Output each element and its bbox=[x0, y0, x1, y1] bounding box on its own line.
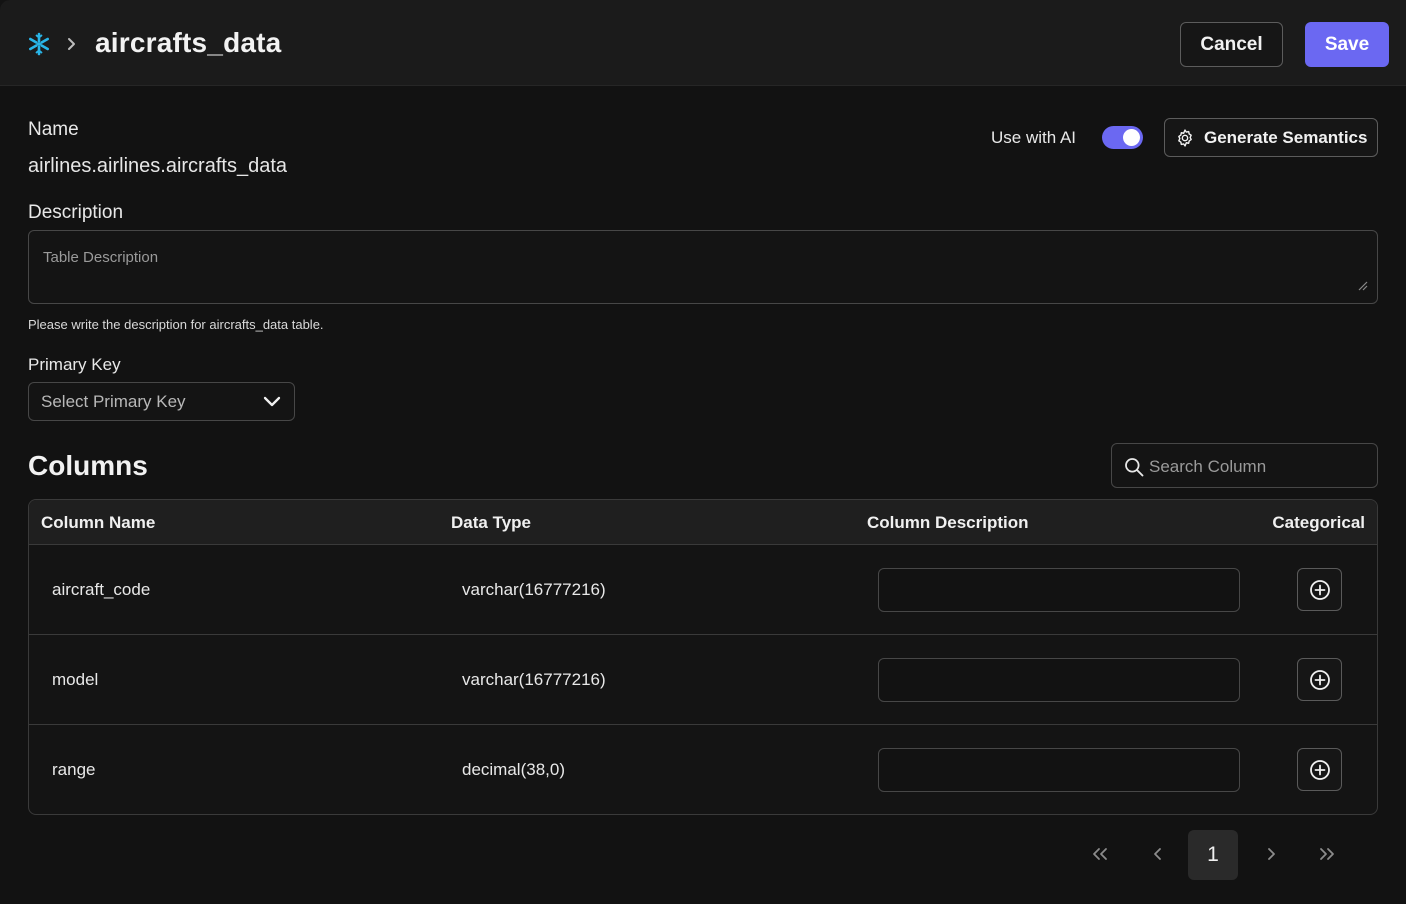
last-page-icon[interactable] bbox=[1315, 842, 1339, 866]
columns-table: Column Name Data Type Column Description… bbox=[28, 499, 1378, 815]
search-placeholder: Search Column bbox=[1149, 457, 1267, 476]
plus-circle-icon bbox=[1309, 759, 1330, 780]
gear-icon bbox=[1178, 128, 1192, 147]
name-label: Name bbox=[28, 119, 79, 140]
column-header-name: Column Name bbox=[41, 513, 156, 532]
column-name: model bbox=[52, 670, 99, 689]
search-icon bbox=[1125, 458, 1144, 477]
description-placeholder: Table Description bbox=[43, 249, 159, 266]
page-header: aircrafts_data Cancel Save bbox=[0, 0, 1406, 86]
primary-key-label: Primary Key bbox=[28, 355, 121, 374]
column-header-categorical: Categorical bbox=[1272, 513, 1365, 532]
use-with-ai-label: Use with AI bbox=[991, 128, 1077, 147]
description-help-text: Please write the description for aircraf… bbox=[28, 317, 324, 332]
use-with-ai-toggle[interactable] bbox=[1102, 126, 1143, 149]
table-row: aircraft_code varchar(16777216) bbox=[29, 545, 1377, 635]
plus-circle-icon bbox=[1309, 579, 1330, 600]
chevron-down-icon bbox=[263, 396, 281, 407]
column-type: varchar(16777216) bbox=[462, 580, 606, 599]
description-textarea[interactable]: Table Description bbox=[28, 230, 1378, 304]
page-title: aircrafts_data bbox=[95, 27, 282, 58]
save-button[interactable]: Save bbox=[1305, 22, 1389, 67]
categorical-add-button[interactable] bbox=[1297, 658, 1342, 701]
categorical-add-button[interactable] bbox=[1297, 568, 1342, 611]
table-name-value: airlines.airlines.aircrafts_data bbox=[28, 155, 288, 177]
table-row: model varchar(16777216) bbox=[29, 635, 1377, 725]
column-type: decimal(38,0) bbox=[462, 760, 565, 779]
previous-page-icon[interactable] bbox=[1146, 842, 1170, 866]
current-page-button[interactable]: 1 bbox=[1188, 830, 1238, 880]
column-name: aircraft_code bbox=[52, 580, 151, 599]
column-header-type: Data Type bbox=[451, 513, 531, 532]
table-header: Column Name Data Type Column Description… bbox=[29, 500, 1377, 545]
search-column-input[interactable]: Search Column bbox=[1111, 443, 1378, 488]
column-header-description: Column Description bbox=[867, 513, 1029, 532]
primary-key-value: Select Primary Key bbox=[41, 392, 186, 411]
categorical-add-button[interactable] bbox=[1297, 748, 1342, 791]
generate-semantics-label: Generate Semantics bbox=[1204, 127, 1368, 147]
column-description-input[interactable] bbox=[878, 748, 1240, 792]
column-description-input[interactable] bbox=[878, 658, 1240, 702]
snowflake-icon bbox=[28, 32, 50, 56]
generate-semantics-button[interactable]: Generate Semantics bbox=[1164, 118, 1378, 157]
next-page-icon[interactable] bbox=[1259, 842, 1283, 866]
column-type: varchar(16777216) bbox=[462, 670, 606, 689]
toggle-knob bbox=[1123, 129, 1140, 146]
table-row: range decimal(38,0) bbox=[29, 725, 1377, 814]
cancel-button[interactable]: Cancel bbox=[1180, 22, 1283, 67]
chevron-right-icon bbox=[68, 38, 75, 50]
resize-handle-icon[interactable] bbox=[1358, 281, 1368, 291]
plus-circle-icon bbox=[1309, 669, 1330, 690]
primary-key-select[interactable]: Select Primary Key bbox=[28, 382, 295, 421]
edit-table-page: aircrafts_data Cancel Save Name airlines… bbox=[0, 0, 1406, 904]
columns-title: Columns bbox=[28, 450, 148, 481]
column-description-input[interactable] bbox=[878, 568, 1240, 612]
column-name: range bbox=[52, 760, 96, 779]
description-label: Description bbox=[28, 202, 124, 223]
first-page-icon[interactable] bbox=[1088, 842, 1112, 866]
